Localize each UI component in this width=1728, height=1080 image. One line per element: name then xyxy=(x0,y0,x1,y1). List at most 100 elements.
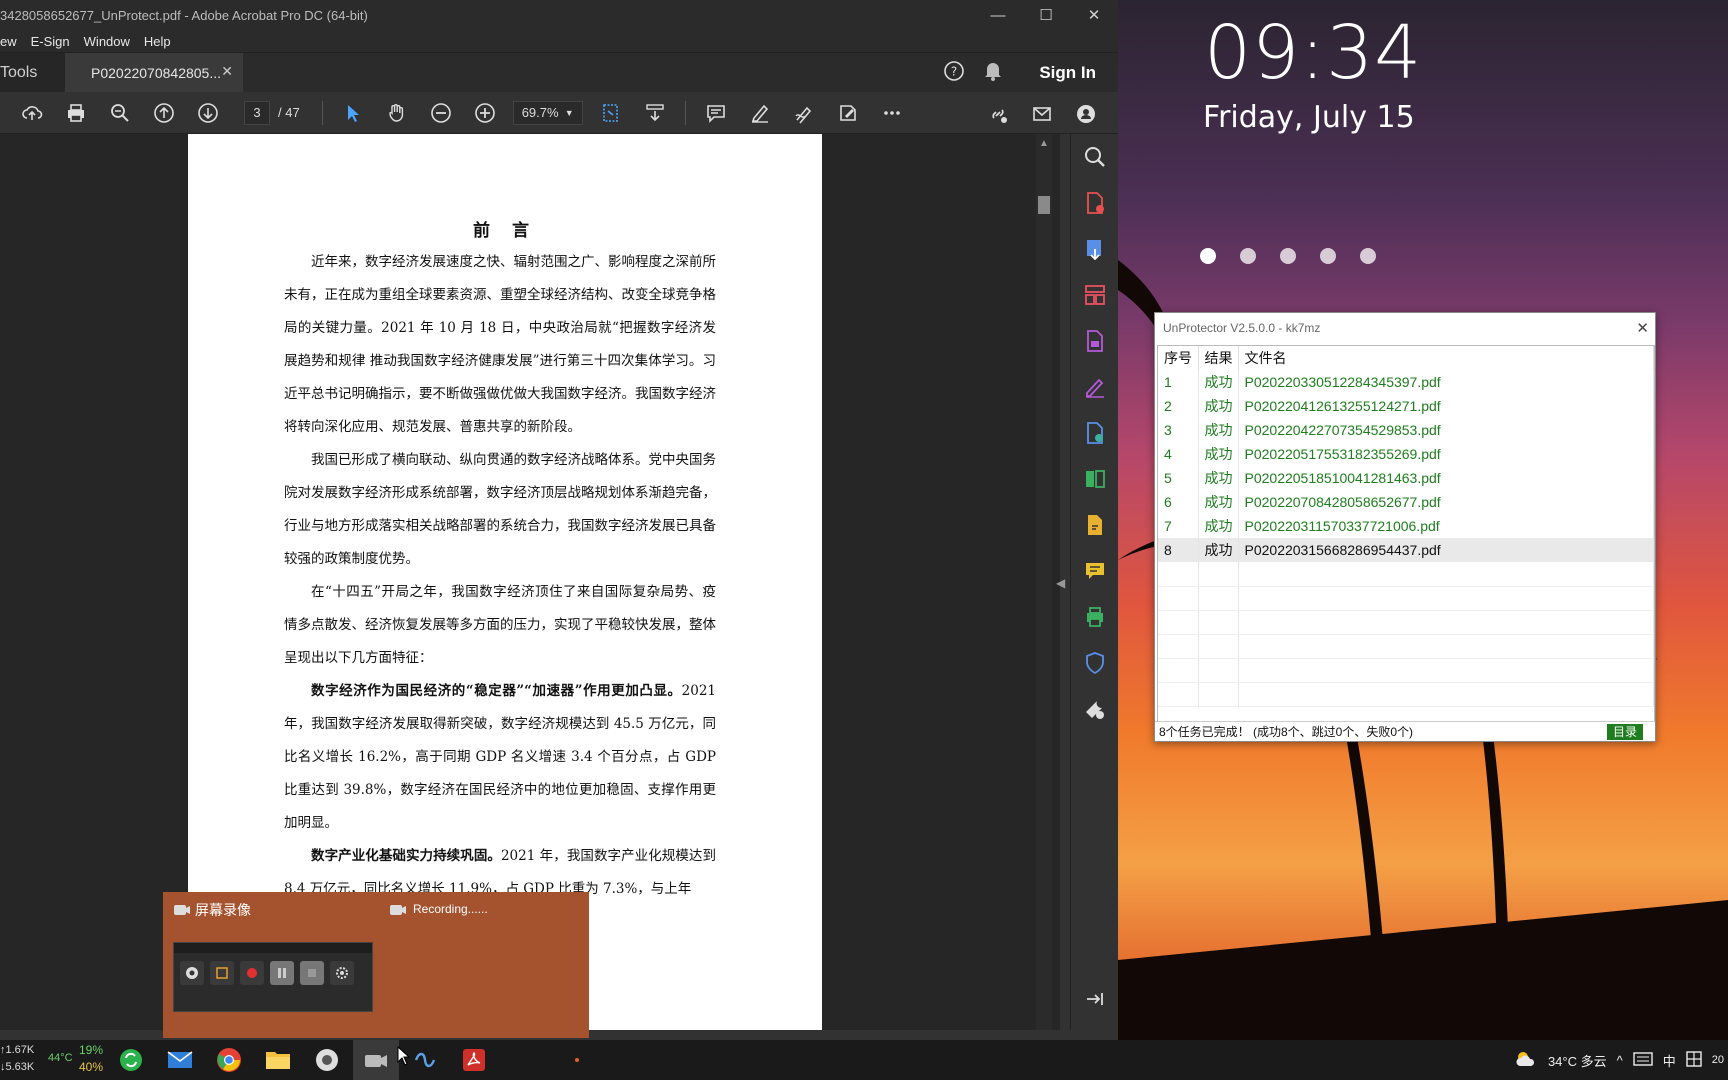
tab-tools[interactable]: Tools xyxy=(0,52,65,93)
table-row[interactable]: 2 成功 P020220412613255124271.pdf xyxy=(1158,394,1654,418)
row-filename: P020220330512284345397.pdf xyxy=(1238,370,1654,394)
net-upload: ↑1.67K xyxy=(0,1044,35,1056)
table-row[interactable]: 7 成功 P020220311570337721006.pdf xyxy=(1158,514,1654,538)
weather-cloud-icon[interactable] xyxy=(1514,1050,1538,1071)
cloud-upload-icon[interactable] xyxy=(10,95,54,131)
menu-esign[interactable]: E-Sign xyxy=(31,34,70,49)
page-number-input[interactable]: 3 xyxy=(244,100,270,125)
col-header-result[interactable]: 结果 xyxy=(1198,346,1239,370)
page-down-icon[interactable] xyxy=(186,95,230,131)
empty-row xyxy=(1158,562,1654,587)
row-result: 成功 xyxy=(1198,490,1239,514)
highlight-pen-icon[interactable] xyxy=(738,95,782,131)
more-tools-wrench-icon[interactable] xyxy=(1071,686,1119,732)
fill-sign-pen-icon[interactable] xyxy=(1071,364,1119,410)
maximize-icon[interactable]: ☐ xyxy=(1022,0,1070,30)
table-row[interactable]: 3 成功 P020220422707354529853.pdf xyxy=(1158,418,1654,442)
recorder-app-icon xyxy=(173,900,191,923)
open-folder-button[interactable]: 目录 xyxy=(1606,724,1643,740)
record-icon xyxy=(240,961,264,985)
link-icon[interactable] xyxy=(976,96,1020,132)
screen-recorder-taskbar-icon[interactable] xyxy=(353,1040,399,1080)
ime-indicator[interactable]: 中 xyxy=(1663,1051,1676,1070)
sync-app-icon[interactable] xyxy=(108,1040,154,1080)
fit-page-icon[interactable] xyxy=(589,95,633,131)
ime-mode-icon[interactable] xyxy=(1686,1050,1702,1070)
print-production-icon[interactable] xyxy=(1071,594,1119,640)
select-cursor-icon[interactable] xyxy=(331,95,375,131)
close-icon[interactable]: ✕ xyxy=(1636,319,1649,337)
taskbar-clock[interactable]: 20 xyxy=(1712,1054,1724,1066)
cpu-usage: 19% xyxy=(79,1043,104,1057)
draw-sign-icon[interactable] xyxy=(782,95,826,131)
acrobat-taskbar-icon[interactable] xyxy=(451,1040,497,1080)
close-icon[interactable]: ✕ xyxy=(1070,0,1118,30)
print-icon[interactable] xyxy=(54,95,98,131)
system-tray: 34°C 多云 ^ 中 20 xyxy=(1514,1040,1728,1080)
toolbar-divider xyxy=(684,100,686,125)
keyboard-icon[interactable] xyxy=(1633,1051,1653,1069)
zoom-dropdown[interactable]: 69.7% ▼ xyxy=(512,100,583,125)
scrollbar-thumb[interactable] xyxy=(1038,196,1050,214)
menu-view[interactable]: ew xyxy=(0,34,17,49)
expand-pane-icon[interactable] xyxy=(1071,976,1119,1022)
chevron-up-icon[interactable]: ^ xyxy=(1617,1053,1623,1068)
zoom-in-icon[interactable] xyxy=(463,95,507,131)
bell-icon[interactable] xyxy=(983,60,1003,87)
scroll-mode-icon[interactable] xyxy=(633,95,677,131)
zoom-out-icon[interactable] xyxy=(419,95,463,131)
chevron-down-icon: ▼ xyxy=(564,107,574,118)
row-filename: P020220311570337721006.pdf xyxy=(1238,514,1654,538)
table-row[interactable]: 1 成功 P020220330512284345397.pdf xyxy=(1158,370,1654,394)
edit-pdf-icon[interactable] xyxy=(1071,318,1119,364)
minimize-icon[interactable]: — xyxy=(974,0,1022,30)
fill-sign-icon[interactable] xyxy=(826,95,870,131)
more-tools-icon[interactable] xyxy=(870,95,914,131)
comment-tool-icon[interactable] xyxy=(1071,548,1119,594)
paragraph-4-lead: 数字经济作为国民经济的“稳定器”“加速器”作用更加凸显。 xyxy=(311,683,682,699)
organize-pages-icon[interactable] xyxy=(1071,272,1119,318)
zoom-value: 69.7% xyxy=(521,105,559,120)
help-icon[interactable]: ? xyxy=(943,60,965,87)
table-row[interactable]: 6 成功 P020220708428058652677.pdf xyxy=(1158,490,1654,514)
page-up-icon[interactable] xyxy=(142,95,186,131)
tab-document-label: P02022070842805... xyxy=(91,64,222,81)
hand-tool-icon[interactable] xyxy=(375,95,419,131)
menu-window[interactable]: Window xyxy=(84,34,130,49)
table-row-selected[interactable]: 8 成功 P020220315668286954437.pdf xyxy=(1158,538,1654,562)
collapse-pane-icon[interactable]: ◀ xyxy=(1056,576,1065,590)
scroll-up-icon[interactable]: ▲ xyxy=(1039,138,1049,149)
vertical-scrollbar[interactable]: ▲ xyxy=(1036,134,1052,1030)
export-pdf-icon[interactable] xyxy=(1071,226,1119,272)
chrome-icon[interactable] xyxy=(206,1040,252,1080)
comment-icon[interactable] xyxy=(694,95,738,131)
recording-popup[interactable]: 屏幕录像 Recording...... xyxy=(163,892,589,1038)
table-row[interactable]: 5 成功 P020220518510041281463.pdf xyxy=(1158,466,1654,490)
rich-media-icon[interactable] xyxy=(1071,502,1119,548)
row-filename: P020220518510041281463.pdf xyxy=(1238,466,1654,490)
empty-row xyxy=(1158,634,1654,659)
col-header-index[interactable]: 序号 xyxy=(1158,346,1199,370)
search-zoom-icon[interactable] xyxy=(1071,134,1119,180)
recorder-status: Recording...... xyxy=(413,902,488,916)
compare-files-icon[interactable] xyxy=(1071,456,1119,502)
recorder-taskbar-icon[interactable] xyxy=(304,1040,350,1080)
tab-document[interactable]: P02022070842805... ✕ xyxy=(65,52,243,93)
create-pdf-icon[interactable] xyxy=(1071,180,1119,226)
share-user-icon[interactable] xyxy=(1064,96,1108,132)
sign-in-button[interactable]: Sign In xyxy=(1039,63,1096,83)
settings-icon xyxy=(330,961,354,985)
col-header-filename[interactable]: 文件名 xyxy=(1238,346,1654,370)
send-sign-icon[interactable] xyxy=(1071,410,1119,456)
tab-close-icon[interactable]: ✕ xyxy=(221,63,233,80)
menu-help[interactable]: Help xyxy=(144,34,171,49)
protect-shield-icon[interactable] xyxy=(1071,640,1119,686)
table-row[interactable]: 4 成功 P020220517553182355269.pdf xyxy=(1158,442,1654,466)
mail-icon[interactable] xyxy=(157,1040,203,1080)
zoom-search-icon[interactable] xyxy=(98,95,142,131)
unprotector-title: UnProtector V2.5.0.0 - kk7mz xyxy=(1163,321,1321,335)
lockscreen-date: Friday, July 15 xyxy=(1203,100,1415,135)
file-explorer-icon[interactable] xyxy=(255,1040,301,1080)
email-icon[interactable] xyxy=(1020,96,1064,132)
weather-text[interactable]: 34°C 多云 xyxy=(1548,1051,1607,1070)
